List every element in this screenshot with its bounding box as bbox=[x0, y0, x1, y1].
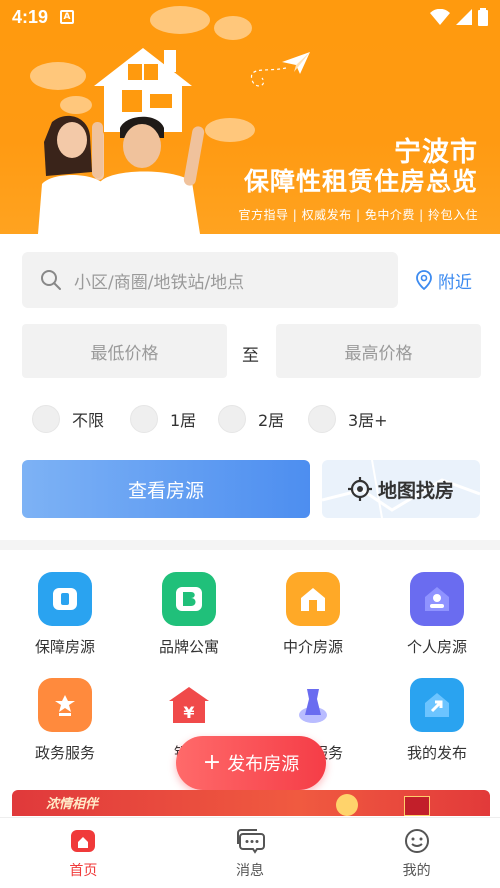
a-letter-icon: A bbox=[60, 10, 75, 24]
status-bar: 4:19 A bbox=[0, 0, 500, 34]
search-icon bbox=[41, 270, 61, 290]
radio-circle[interactable] bbox=[308, 405, 336, 433]
view-listings-button[interactable]: 查看房源 bbox=[22, 460, 310, 518]
room-option-label: 2居 bbox=[258, 411, 285, 430]
grid-item-government-service[interactable]: 政务服务 bbox=[15, 678, 115, 763]
grid-item-my-publish[interactable]: 我的发布 bbox=[387, 678, 487, 763]
ad-text: 浓情相伴 bbox=[46, 797, 99, 812]
min-price-placeholder: 最低价格 bbox=[90, 343, 159, 364]
my-publish-icon bbox=[410, 678, 464, 732]
brand-apartment-icon bbox=[162, 572, 216, 626]
tab-home[interactable]: 首页 bbox=[0, 818, 167, 888]
tab-message[interactable]: 消息 bbox=[167, 818, 334, 888]
nearby-button[interactable]: 附近 bbox=[416, 264, 472, 296]
ad-banner[interactable]: 浓情相伴 bbox=[12, 790, 490, 816]
grid-label: 中介房源 bbox=[282, 638, 343, 656]
section-divider bbox=[0, 540, 500, 550]
map-search-label: 地图找房 bbox=[377, 479, 454, 502]
search-input[interactable]: 小区/商圈/地铁站/地点 bbox=[22, 252, 398, 308]
tab-label: 首页 bbox=[69, 863, 98, 879]
room-option-1[interactable]: 1居 bbox=[130, 404, 196, 434]
wifi-icon bbox=[430, 9, 450, 25]
ad-coin bbox=[336, 794, 358, 816]
grid-label: 保障房源 bbox=[34, 638, 95, 656]
grid-label: 品牌公寓 bbox=[158, 638, 219, 656]
personal-housing-icon bbox=[410, 572, 464, 626]
nearby-label: 附近 bbox=[438, 272, 472, 293]
banner[interactable]: 4:19 A 宁波市 保障性租赁住房总览 官方指导 | 权威发布 | 免中介费 … bbox=[0, 0, 500, 234]
room-option-label: 不限 bbox=[72, 411, 105, 430]
tab-label: 我的 bbox=[402, 863, 431, 879]
radio-circle[interactable] bbox=[218, 405, 246, 433]
home-icon bbox=[71, 830, 96, 852]
grid-item-brand-apartment[interactable]: 品牌公寓 bbox=[139, 572, 239, 657]
grid-label: 我的发布 bbox=[406, 744, 467, 762]
tab-profile[interactable]: 我的 bbox=[333, 818, 500, 888]
room-option-2[interactable]: 2居 bbox=[218, 404, 284, 434]
agency-housing-icon bbox=[286, 572, 340, 626]
signal-icon bbox=[456, 9, 472, 25]
bottom-tab-bar: 首页 消息 我的 bbox=[0, 817, 500, 888]
room-option-label: 1居 bbox=[170, 411, 197, 430]
search-placeholder: 小区/商圈/地铁站/地点 bbox=[74, 272, 245, 293]
banner-tagline: 官方指导 | 权威发布 | 免中介费 | 拎包入住 bbox=[238, 208, 478, 222]
guarantee-housing-icon bbox=[38, 572, 92, 626]
battery-icon bbox=[478, 8, 488, 26]
radio-circle[interactable] bbox=[32, 405, 60, 433]
grid-item-personal-housing[interactable]: 个人房源 bbox=[387, 572, 487, 657]
min-price-input[interactable]: 最低价格 bbox=[22, 324, 227, 378]
grid-label: 个人房源 bbox=[406, 638, 467, 656]
location-pin-icon bbox=[416, 270, 432, 290]
price-to-label: 至 bbox=[242, 346, 259, 366]
tab-label: 消息 bbox=[236, 863, 264, 879]
publish-listing-button[interactable]: + 发布房源 bbox=[176, 736, 326, 790]
radio-circle[interactable] bbox=[130, 405, 158, 433]
publish-label: 发布房源 bbox=[227, 754, 300, 775]
max-price-input[interactable]: 最高价格 bbox=[276, 324, 481, 378]
profile-icon bbox=[404, 829, 429, 853]
map-search-button[interactable]: 地图找房 bbox=[322, 460, 480, 518]
svg-text:¥: ¥ bbox=[183, 703, 194, 722]
man-illustration bbox=[92, 116, 205, 234]
room-option-3plus[interactable]: 3居+ bbox=[308, 404, 388, 434]
max-price-placeholder: 最高价格 bbox=[344, 343, 413, 364]
ad-envelope bbox=[404, 796, 430, 816]
status-time: 4:19 bbox=[12, 6, 49, 27]
grid-item-guarantee-housing[interactable]: 保障房源 bbox=[15, 572, 115, 657]
banner-title: 保障性租赁住房总览 bbox=[243, 167, 478, 196]
government-service-icon bbox=[38, 678, 92, 732]
plane-trail bbox=[250, 67, 287, 87]
service-icon bbox=[286, 678, 340, 732]
room-option-any[interactable]: 不限 bbox=[32, 404, 104, 434]
plus-icon: + bbox=[202, 750, 222, 775]
message-icon bbox=[237, 829, 265, 854]
bank-icon: ¥ bbox=[162, 678, 216, 732]
grid-item-agency-housing[interactable]: 中介房源 bbox=[263, 572, 363, 657]
room-option-label: 3居+ bbox=[348, 411, 388, 430]
grid-label: 政务服务 bbox=[34, 744, 95, 762]
crosshair-icon bbox=[347, 477, 372, 501]
